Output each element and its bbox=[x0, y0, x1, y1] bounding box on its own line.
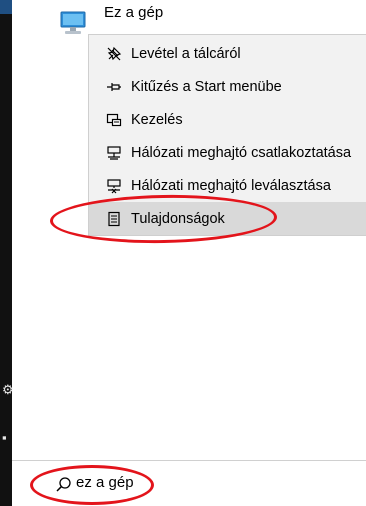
unpin-taskbar-icon bbox=[89, 37, 131, 70]
menu-item-manage[interactable]: Kezelés bbox=[89, 103, 366, 136]
pin-icon bbox=[89, 70, 131, 103]
search-icon bbox=[55, 476, 73, 494]
context-menu: Levétel a tálcáról Kitűzés a Start menüb… bbox=[88, 34, 366, 236]
computer-icon bbox=[58, 10, 88, 36]
rail-accent bbox=[0, 0, 12, 14]
properties-icon bbox=[89, 202, 131, 235]
menu-item-properties[interactable]: Tulajdonságok bbox=[89, 202, 366, 235]
search-bar[interactable]: ez a gép bbox=[12, 460, 366, 506]
start-rail: ⚙ ▪ bbox=[0, 0, 14, 506]
computer-management-icon bbox=[89, 103, 131, 136]
menu-item-disconnect-network-drive[interactable]: Hálózati meghajtó leválasztása bbox=[89, 169, 366, 202]
menu-item-map-network-drive[interactable]: Hálózati meghajtó csatlakoztatása bbox=[89, 136, 366, 169]
menu-item-pin-start[interactable]: Kitűzés a Start menübe bbox=[89, 70, 366, 103]
result-title: Ez a gép bbox=[104, 4, 164, 21]
settings-icon[interactable]: ⚙ bbox=[2, 380, 14, 400]
menu-item-unpin-taskbar[interactable]: Levétel a tálcáról bbox=[89, 37, 366, 70]
power-icon[interactable]: ▪ bbox=[2, 428, 14, 448]
search-input[interactable]: ez a gép bbox=[76, 474, 134, 491]
map-network-drive-icon bbox=[89, 136, 131, 169]
disconnect-network-drive-icon bbox=[89, 169, 131, 202]
start-menu-search-screen: ⚙ ▪ Ez a gép Levétel a tálcáról Kitűzés … bbox=[0, 0, 366, 506]
